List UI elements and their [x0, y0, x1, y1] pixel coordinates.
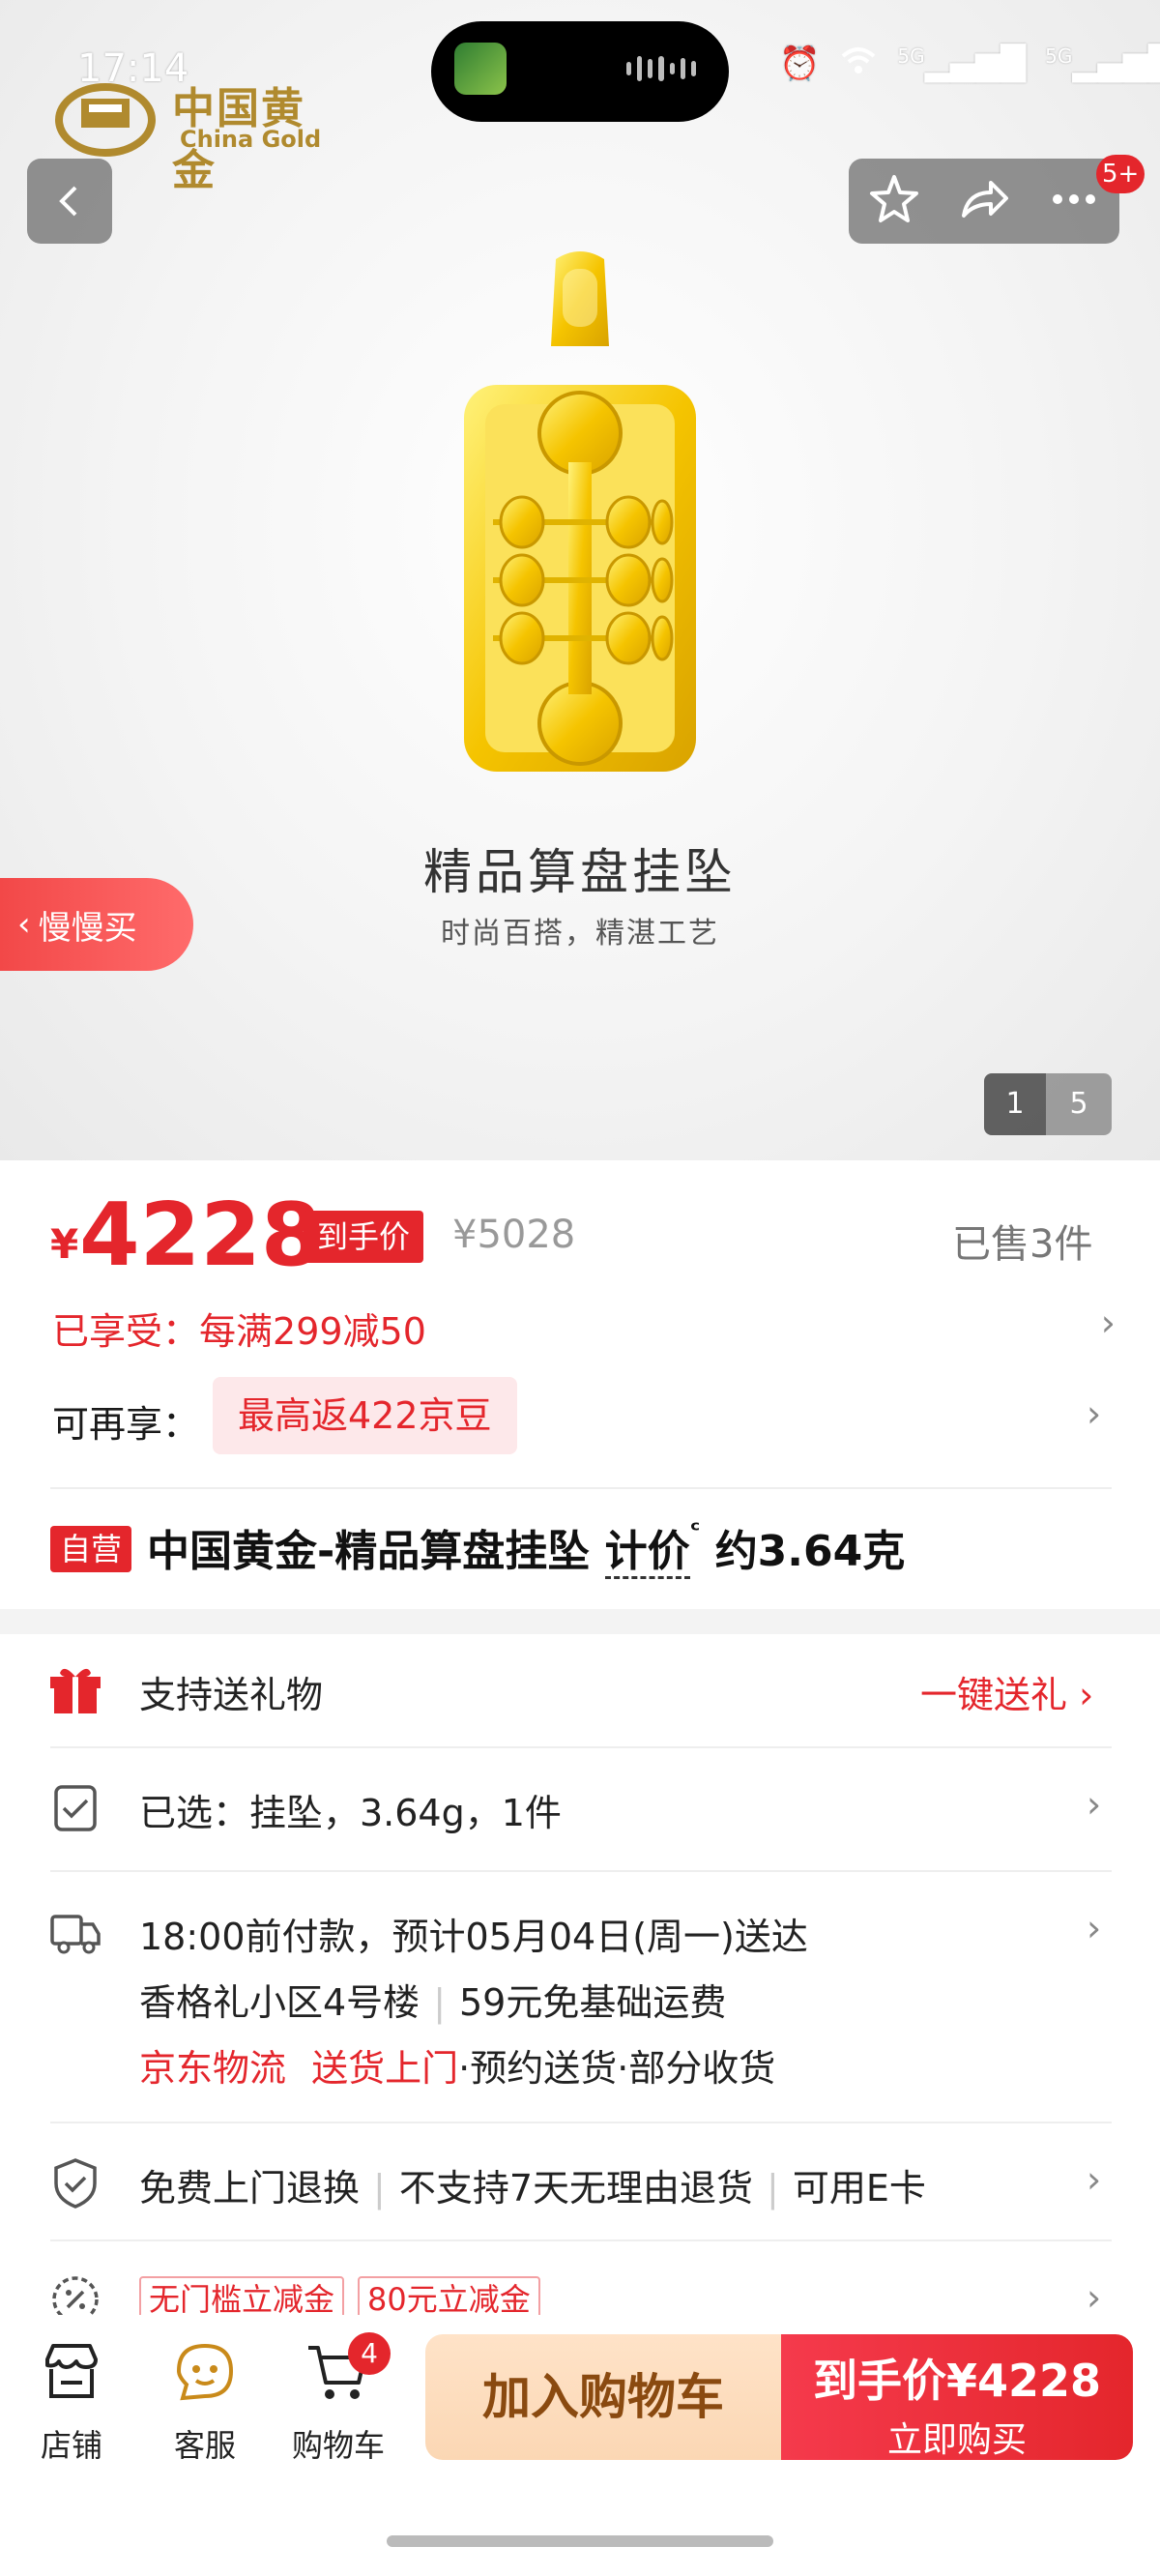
status-icons: ⏰ 5G▂▄▆█ 5G▂▄▆█ 30	[779, 43, 1160, 85]
chevron-left-icon: ‹	[17, 905, 31, 944]
island-app-icon	[454, 43, 507, 95]
delivery-options: 京东物流 送货上门·预约送货·部分收货	[139, 2038, 775, 2092]
share-icon	[961, 181, 1008, 218]
price-value: 4228	[79, 1185, 322, 1286]
price-currency: ¥	[50, 1220, 79, 1268]
home-indicator[interactable]	[387, 2535, 773, 2547]
delivery-address-line[interactable]: 香格礼小区4号楼 | 59元免基础运费	[139, 1973, 726, 2026]
sold-count: 已售3件	[952, 1222, 1093, 1267]
gift-support-label: 支持送礼物	[139, 1674, 324, 1716]
selected-spec-text: 已选：挂坠，3.64g，1件	[139, 1792, 562, 1834]
selected-spec-icon	[54, 1785, 97, 1831]
store-label: 店铺	[40, 2427, 102, 2464]
page-current: 1	[984, 1073, 1046, 1135]
buy-now-button[interactable]: 到手价¥4228 立即购买	[781, 2334, 1133, 2460]
slow-buy-button[interactable]: ‹ 慢慢买	[0, 878, 193, 971]
image-page-indicator: 1 5	[984, 1073, 1112, 1135]
more-button[interactable]	[1048, 173, 1100, 229]
promo-enjoyed-value: 每满299减50	[199, 1310, 426, 1353]
cart-count-badge: 4	[348, 2332, 391, 2375]
signal-1: 5G▂▄▆█	[897, 44, 1027, 83]
promo-enjoyed-row[interactable]: 已享受：每满299减50 ›	[52, 1302, 1116, 1355]
shield-check-icon	[54, 2158, 97, 2209]
divider	[50, 1746, 1112, 1748]
delivery-address: 香格礼小区4号楼	[139, 1981, 420, 2024]
audio-wave-icon	[626, 56, 696, 81]
chevron-right-icon: ›	[1100, 1302, 1116, 1344]
pendant-image	[464, 251, 696, 772]
delivery-estimate: 18:00前付款，预计05月04日(周一)送达	[139, 1916, 808, 1958]
divider	[50, 1870, 1112, 1872]
alarm-icon: ⏰	[779, 44, 821, 83]
buy-now-label: 立即购买	[886, 2420, 1027, 2460]
status-time: 17:14	[77, 46, 189, 91]
share-button[interactable]	[958, 173, 1010, 229]
chevron-right-icon: ›	[1087, 1783, 1102, 1826]
chevron-right-icon: ›	[1087, 2276, 1102, 2319]
buy-price-label: 到手价¥4228	[812, 2355, 1102, 2407]
page-total: 5	[1046, 1073, 1112, 1135]
chevron-right-icon: ›	[1087, 1907, 1102, 1949]
jd-logistics-label: 京东物流	[139, 2047, 287, 2090]
store-icon	[45, 2344, 98, 2398]
final-price-tag: 到手价	[304, 1211, 424, 1263]
product-name: 中国黄金-精品算盘挂坠 计价ᶜ 约3.64克	[147, 1516, 906, 1579]
original-price: ¥5028	[452, 1213, 576, 1257]
chevron-right-icon: ›	[1087, 2158, 1102, 2201]
product-name-text: 中国黄金-精品算盘挂坠	[147, 1527, 591, 1576]
chevron-left-icon	[59, 186, 77, 217]
wifi-icon	[839, 44, 878, 84]
slow-buy-label: 慢慢买	[38, 908, 137, 948]
more-dots-icon	[1053, 194, 1096, 204]
selected-spec-row[interactable]: 已选：挂坠，3.64g，1件	[139, 1783, 1106, 1836]
chat-service-icon	[176, 2343, 234, 2401]
service-label: 客服	[173, 2427, 236, 2464]
one-click-gift-label: 一键送礼	[920, 1674, 1068, 1716]
shipping-fee: 59元免基础运费	[459, 1981, 727, 2024]
product-image-gallery[interactable]: 中国黄金 China Gold 17:14 ⏰ 5G▂▄▆█ 5G▂▄▆█ 30…	[0, 0, 1160, 1160]
free-return-label: 免费上门退换	[139, 2167, 361, 2210]
divider	[50, 1487, 1112, 1489]
no-7day-return-label: 不支持7天无理由退货	[398, 2167, 754, 2210]
delivery-extra: ·预约送货·部分收货	[458, 2047, 776, 2090]
one-click-gift-button[interactable]: 一键送礼 ›	[920, 1665, 1093, 1718]
divider	[50, 2122, 1112, 2123]
door-delivery-label: 送货上门	[311, 2047, 459, 2090]
chevron-right-icon: ›	[1079, 1674, 1094, 1716]
product-weight: 约3.64克	[714, 1527, 906, 1576]
action-bar	[849, 159, 1119, 244]
info-icon: ᶜ	[689, 1516, 701, 1545]
e-card-label: 可用E卡	[792, 2167, 926, 2210]
delivery-truck-icon	[50, 1915, 101, 1954]
self-operated-tag: 自营	[50, 1526, 131, 1572]
divider	[50, 2239, 1112, 2241]
promo-enjoyed-label: 已享受：	[52, 1310, 200, 1353]
promo-more-label: 可再享：	[52, 1403, 200, 1446]
cart-label: 购物车	[291, 2427, 385, 2464]
customer-service-tab[interactable]: 客服	[147, 2338, 263, 2466]
return-policy-row[interactable]: 免费上门退换 | 不支持7天无理由退货 | 可用E卡	[139, 2158, 926, 2211]
store-tab[interactable]: 店铺	[14, 2338, 130, 2466]
gift-icon	[50, 1668, 101, 1713]
more-badge: 5+	[1096, 155, 1146, 193]
back-button[interactable]	[27, 159, 112, 244]
jd-bean-rebate[interactable]: 最高返422京豆	[213, 1377, 517, 1454]
star-icon	[869, 175, 918, 222]
brand-name-en: China Gold	[180, 126, 322, 153]
price-method-link[interactable]: 计价	[604, 1527, 690, 1579]
signal-2: 5G▂▄▆█	[1045, 44, 1160, 83]
favorite-button[interactable]	[868, 173, 920, 229]
chevron-right-icon: ›	[1087, 1392, 1102, 1435]
add-to-cart-button[interactable]: 加入购物车	[425, 2334, 781, 2460]
